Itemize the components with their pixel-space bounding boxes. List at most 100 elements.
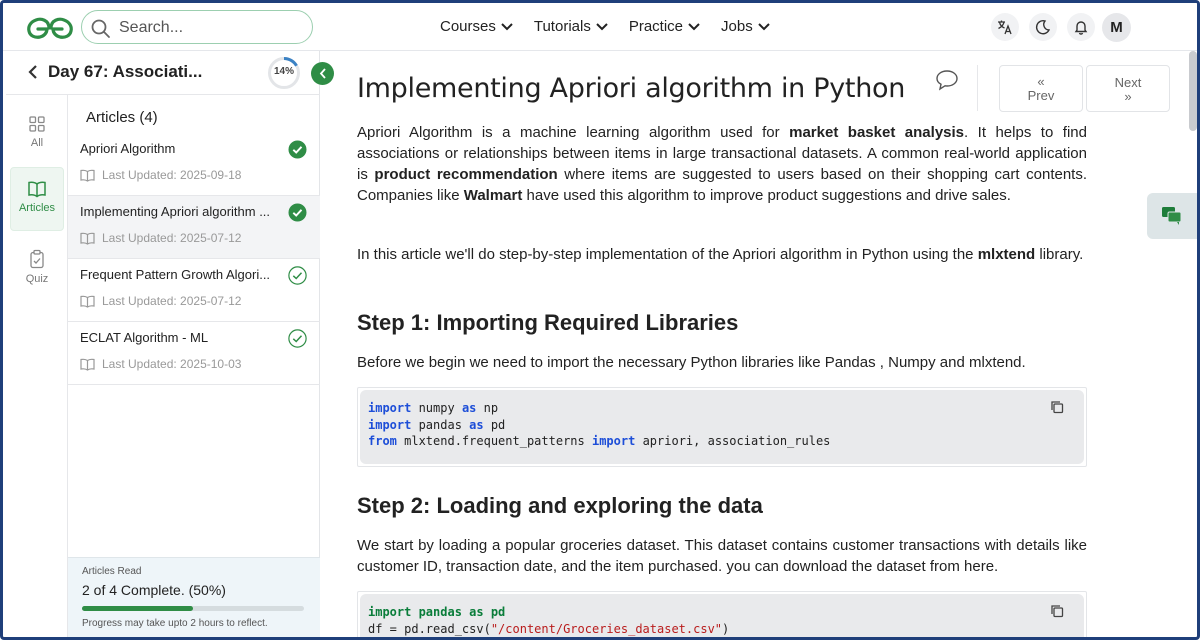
book-icon [80,232,95,245]
icon-rail: All Articles Quiz [6,95,68,637]
article-name: ECLAT Algorithm - ML [80,330,209,345]
rail-quiz-label: Quiz [25,273,49,285]
book-icon [80,169,95,182]
article-name: Frequent Pattern Growth Algori... [80,267,271,282]
code-text: import numpy as np import pandas as pd f… [368,401,831,448]
moon-icon [1035,20,1051,35]
notifications-button[interactable] [1067,13,1095,41]
rail-articles[interactable]: Articles [10,167,64,231]
chevron-down-icon [596,22,608,30]
prev-label: Prev [1027,88,1055,103]
page-title: Implementing Apriori algorithm in Python [357,73,906,104]
copy-icon[interactable] [1050,604,1064,618]
menu-jobs-label: Jobs [721,18,753,35]
day-title: Day 67: Associati... [48,62,203,81]
translate-button[interactable] [991,13,1019,41]
articles-read-progress-fill [82,606,193,611]
double-chevron-left-icon: « [1037,74,1045,89]
article-updated-text: Last Updated: 2025-07-12 [102,231,242,245]
article-content: Implementing Apriori algorithm in Python… [333,51,1197,637]
menu-tutorials[interactable]: Tutorials [534,18,608,35]
menu-practice[interactable]: Practice [629,18,700,35]
translate-icon [998,20,1012,35]
code-block-2: import pandas as pd df = pd.read_csv("/c… [357,591,1087,637]
chat-icon [1162,207,1182,225]
next-button[interactable]: Next » [1086,65,1170,112]
completed-check-icon [288,140,307,159]
article-updated: Last Updated: 2025-09-18 [80,168,241,182]
article-name: Implementing Apriori algorithm ... [80,204,271,219]
article-item[interactable]: ECLAT Algorithm - ML Last Updated: 2025-… [68,322,320,385]
browser-frame: Search... Courses Tutorials Practice Job… [0,0,1200,640]
divider [977,65,978,111]
articles-read-status: 2 of 4 Complete. (50%) [82,582,226,598]
rail-all[interactable]: All [10,103,64,167]
double-chevron-right-icon: » [1124,89,1132,104]
article-updated: Last Updated: 2025-07-12 [80,294,241,308]
article-item[interactable]: Apriori Algorithm Last Updated: 2025-09-… [68,133,320,196]
menu-courses[interactable]: Courses [440,18,513,35]
book-icon [80,295,95,308]
article-name: Apriori Algorithm [80,141,176,156]
prev-button[interactable]: « Prev [999,65,1083,112]
chevron-left-icon[interactable] [28,65,38,79]
scrollbar[interactable] [1189,51,1197,131]
articles-read-label: Articles Read [82,566,142,577]
top-navbar: Search... Courses Tutorials Practice Job… [3,3,1197,51]
rail-quiz[interactable]: Quiz [10,237,64,301]
menu-courses-label: Courses [440,18,496,35]
pending-check-icon [288,329,307,348]
step1-paragraph: Before we begin we need to import the ne… [357,354,1026,371]
day-header: Day 67: Associati... 14% [6,51,320,95]
book-icon [80,358,95,371]
theme-toggle-button[interactable] [1029,13,1057,41]
text-run: In this article we'll do step-by-step im… [357,246,978,263]
bold-term: Walmart [463,187,523,204]
chat-button[interactable] [1147,193,1197,239]
chevron-left-icon [319,68,326,79]
intro-paragraph: Apriori Algorithm is a machine learning … [357,122,1087,206]
menu-tutorials-label: Tutorials [533,18,591,35]
progress-ring: 14% [267,56,301,90]
code-text: import pandas as pd df = pd.read_csv("/c… [368,605,730,636]
overview-paragraph: In this article we'll do step-by-step im… [357,244,1087,265]
bell-icon [1074,21,1088,35]
grid-icon [29,116,45,132]
search-box[interactable]: Search... [81,10,313,44]
bold-term: product recommendation [374,166,558,183]
course-sidebar: Day 67: Associati... 14% All Articles Qu… [6,51,320,637]
search-input[interactable]: Search... [119,19,183,37]
copy-icon[interactable] [1050,400,1064,414]
article-updated-text: Last Updated: 2025-07-12 [102,294,242,308]
collapse-sidebar-button[interactable] [311,62,334,85]
step2-heading: Step 2: Loading and exploring the data [357,493,763,518]
step1-heading: Step 1: Importing Required Libraries [357,310,739,335]
article-updated: Last Updated: 2025-10-03 [80,357,241,371]
article-item[interactable]: Frequent Pattern Growth Algori... Last U… [68,259,320,322]
menu-jobs[interactable]: Jobs [721,18,770,35]
clipboard-icon [30,249,44,269]
bold-term: mlxtend [977,246,1036,263]
avatar[interactable]: M [1102,13,1131,42]
comment-icon[interactable] [935,69,959,91]
text-run: have used this algorithm to improve prod… [522,187,1011,204]
avatar-initial: M [1110,19,1123,36]
text-run: library. [1035,246,1084,263]
next-label: Next [1114,75,1142,90]
book-icon [28,181,46,198]
rail-articles-label: Articles [18,202,56,214]
rail-all-label: All [30,137,44,149]
article-updated-text: Last Updated: 2025-10-03 [102,357,242,371]
search-icon [91,19,110,38]
articles-read-progress-bar [82,606,304,611]
progress-note: Progress may take upto 2 hours to reflec… [82,618,268,629]
articles-read-summary: Articles Read 2 of 4 Complete. (50%) Pro… [68,557,320,637]
chevron-down-icon [501,22,513,30]
article-item-active[interactable]: Implementing Apriori algorithm ... Last … [68,196,320,259]
step2-paragraph: We start by loading a popular groceries … [357,537,1087,575]
menu-practice-label: Practice [628,18,684,35]
chevron-down-icon [688,22,700,30]
text-run: Apriori Algorithm is a machine learning … [357,124,790,141]
completed-check-icon [288,203,307,222]
site-logo-icon[interactable] [25,15,75,41]
